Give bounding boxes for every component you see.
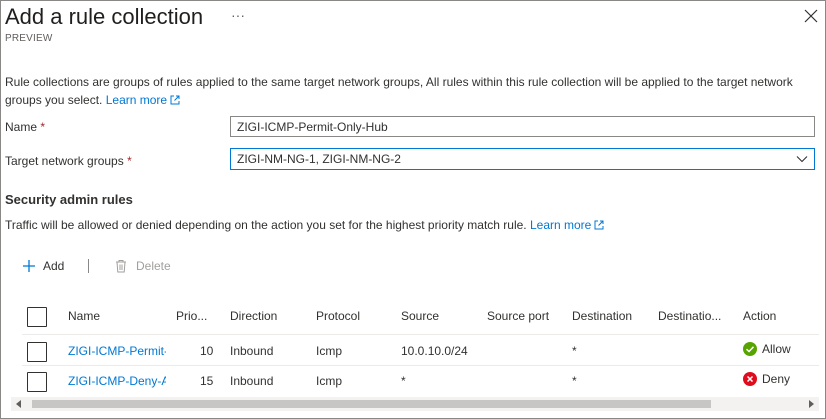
- required-marker: *: [127, 154, 132, 168]
- rule-name-link[interactable]: ZIGI-ICMP-Deny-A: [68, 374, 166, 388]
- required-marker: *: [40, 120, 46, 134]
- security-rules-description: Traffic will be allowed or denied depend…: [5, 218, 604, 232]
- error-circle-icon: [743, 372, 757, 386]
- add-rule-button[interactable]: Add: [22, 258, 64, 274]
- rule-destination: *: [572, 344, 577, 358]
- scroll-right-icon[interactable]: [806, 399, 816, 409]
- row-checkbox[interactable]: [27, 342, 47, 362]
- more-options-button[interactable]: ···: [231, 7, 245, 23]
- rule-action: Deny: [743, 372, 790, 386]
- row-divider: [22, 365, 819, 366]
- collection-description: Rule collections are groups of rules app…: [5, 73, 805, 109]
- security-rules-description-text: Traffic will be allowed or denied depend…: [5, 218, 527, 232]
- name-label: Name *: [5, 120, 45, 134]
- column-header-protocol[interactable]: Protocol: [316, 309, 360, 323]
- check-circle-icon: [743, 342, 757, 356]
- rule-action: Allow: [743, 342, 791, 356]
- external-link-icon: [594, 220, 604, 230]
- panel-title: Add a rule collection: [5, 4, 204, 29]
- chevron-down-icon: [796, 156, 808, 163]
- toolbar-divider: [88, 259, 89, 273]
- rule-protocol: Icmp: [316, 344, 343, 358]
- column-header-action[interactable]: Action: [743, 309, 776, 323]
- close-button[interactable]: [803, 8, 819, 24]
- rules-learn-more-label: Learn more: [529, 218, 592, 232]
- plus-icon: [23, 260, 35, 272]
- learn-more-link[interactable]: Learn more: [106, 93, 180, 107]
- column-header-destination[interactable]: Destination: [572, 309, 632, 323]
- target-groups-label-text: Target network groups: [5, 154, 124, 168]
- add-rule-label: Add: [43, 259, 65, 273]
- external-link-icon: [170, 95, 180, 105]
- target-groups-value: ZIGI-NM-NG-1, ZIGI-NM-NG-2: [237, 152, 401, 166]
- name-label-text: Name: [5, 120, 38, 134]
- rule-priority: 10: [200, 344, 214, 358]
- rule-destination: *: [572, 374, 577, 388]
- security-admin-rules-heading: Security admin rules: [5, 192, 133, 207]
- rule-direction: Inbound: [230, 374, 274, 388]
- row-checkbox[interactable]: [27, 372, 47, 392]
- scrollbar-thumb[interactable]: [32, 400, 711, 408]
- column-header-destination-port[interactable]: Destinatio...: [658, 309, 721, 323]
- rule-protocol: Icmp: [316, 374, 343, 388]
- column-header-source-port[interactable]: Source port: [487, 309, 549, 323]
- select-all-checkbox[interactable]: [27, 307, 47, 327]
- column-header-direction[interactable]: Direction: [230, 309, 277, 323]
- horizontal-scrollbar[interactable]: [11, 397, 819, 411]
- rules-learn-more-link[interactable]: Learn more: [530, 218, 604, 232]
- target-groups-label: Target network groups *: [5, 154, 132, 168]
- column-header-priority[interactable]: Prio...: [176, 309, 207, 323]
- rule-source: 10.0.10.0/24: [401, 344, 468, 358]
- rule-priority: 15: [200, 374, 214, 388]
- column-header-name[interactable]: Name: [68, 309, 100, 323]
- header-divider: [22, 334, 819, 335]
- name-input[interactable]: [230, 116, 815, 137]
- delete-rule-label: Delete: [136, 259, 171, 273]
- trash-icon: [116, 260, 126, 273]
- rule-name-link[interactable]: ZIGI-ICMP-Permit-I: [68, 344, 166, 358]
- target-groups-select[interactable]: ZIGI-NM-NG-1, ZIGI-NM-NG-2: [230, 148, 815, 170]
- delete-rule-button[interactable]: Delete: [114, 258, 171, 274]
- rule-action-label: Allow: [762, 342, 791, 356]
- rule-source: *: [401, 374, 406, 388]
- close-icon: [804, 9, 818, 23]
- column-header-source[interactable]: Source: [401, 309, 439, 323]
- learn-more-label: Learn more: [105, 93, 168, 107]
- rule-action-label: Deny: [762, 372, 791, 386]
- scroll-left-icon[interactable]: [14, 399, 24, 409]
- panel-subtitle: PREVIEW: [5, 33, 53, 44]
- rule-direction: Inbound: [230, 344, 274, 358]
